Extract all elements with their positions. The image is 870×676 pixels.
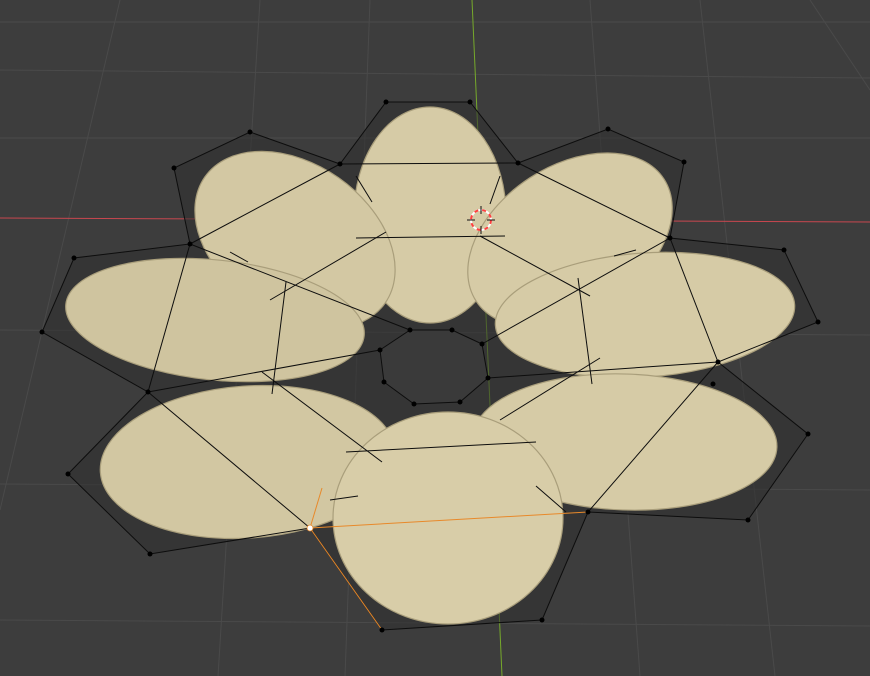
petal-bottom[interactable] bbox=[332, 411, 564, 625]
viewport-canvas[interactable] bbox=[0, 0, 870, 676]
selected-vertex[interactable] bbox=[306, 524, 314, 532]
3d-viewport[interactable] bbox=[0, 0, 870, 676]
